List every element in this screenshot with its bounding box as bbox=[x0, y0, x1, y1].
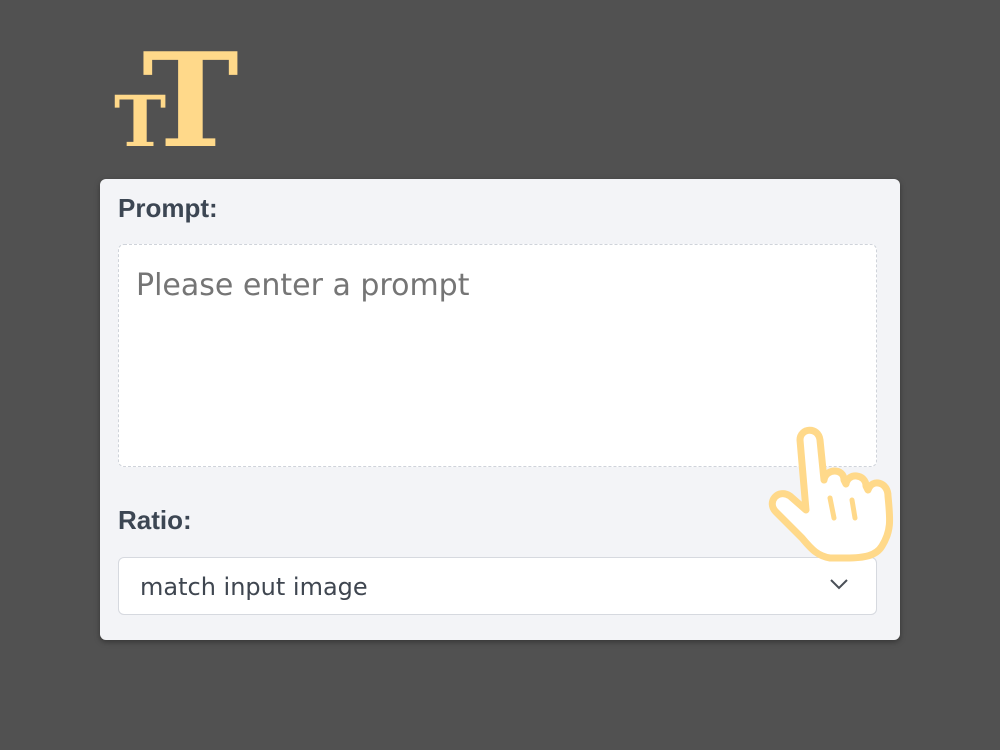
text-size-logo-icon: T T bbox=[114, 36, 239, 156]
prompt-label: Prompt: bbox=[118, 193, 218, 223]
prompt-form-card: Prompt: Ratio: match input image bbox=[100, 179, 900, 640]
hand-pointer-icon bbox=[768, 426, 894, 562]
chevron-down-icon[interactable] bbox=[828, 576, 850, 592]
logo-large-t: T bbox=[142, 36, 239, 156]
ratio-selected-value: match input image bbox=[140, 573, 368, 601]
ratio-label: Ratio: bbox=[118, 505, 192, 535]
